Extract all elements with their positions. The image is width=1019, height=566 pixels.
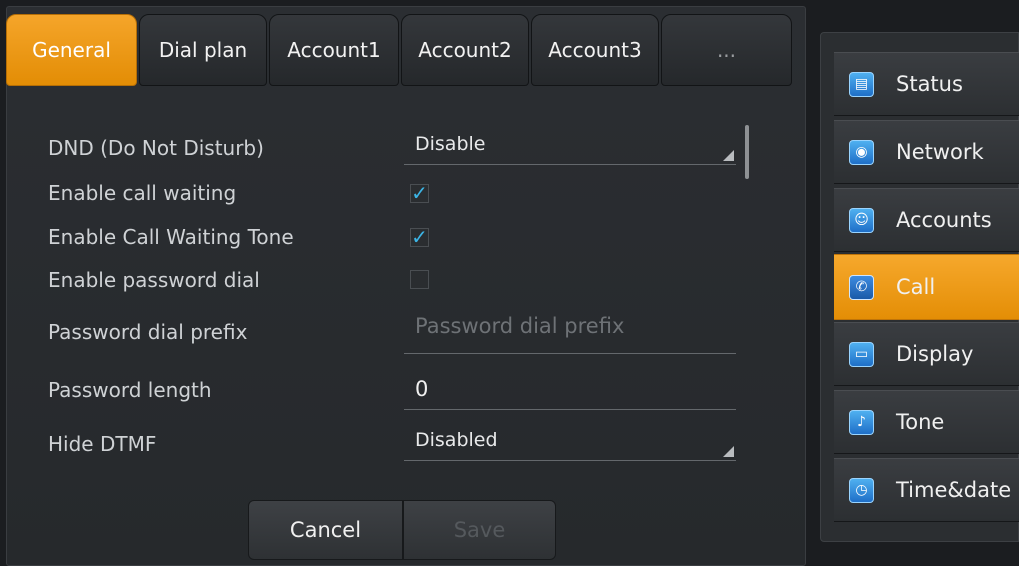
cancel-button[interactable]: Cancel <box>248 500 403 560</box>
sidebar-item-tone[interactable]: ♪ Tone <box>834 390 1019 454</box>
tone-icon: ♪ <box>849 409 874 435</box>
network-icon: ◉ <box>849 139 874 165</box>
password-length-input[interactable]: 0 <box>404 370 736 410</box>
tab-account2[interactable]: Account2 <box>401 14 529 86</box>
dnd-select[interactable]: Disable <box>404 133 736 165</box>
call-waiting-label: Enable call waiting <box>48 181 237 205</box>
scrollbar[interactable] <box>745 125 749 179</box>
dnd-label: DND (Do Not Disturb) <box>48 136 264 160</box>
hide-dtmf-label: Hide DTMF <box>48 432 157 456</box>
tab-account1[interactable]: Account1 <box>269 14 399 86</box>
dnd-value: Disable <box>415 133 486 155</box>
tab-general[interactable]: General <box>6 14 137 86</box>
call-icon: ✆ <box>849 274 874 300</box>
call-waiting-tone-checkbox[interactable]: ✓ <box>410 225 429 249</box>
password-length-value: 0 <box>415 377 429 401</box>
sidebar-item-label: Time&date <box>896 478 1012 502</box>
password-dial-label: Enable password dial <box>48 268 260 292</box>
tab-account3[interactable]: Account3 <box>531 14 659 86</box>
save-button[interactable]: Save <box>403 500 556 560</box>
sidebar-item-time-date[interactable]: ◷ Time&date <box>834 458 1019 522</box>
display-icon: ▭ <box>849 341 874 367</box>
call-waiting-tone-label: Enable Call Waiting Tone <box>48 225 294 249</box>
dropdown-arrow-icon <box>723 150 734 161</box>
sidebar-item-label: Accounts <box>896 208 992 232</box>
checkmark-icon: ✓ <box>411 225 428 249</box>
sidebar-item-label: Display <box>896 342 974 366</box>
hide-dtmf-value: Disabled <box>415 429 498 451</box>
sidebar-item-accounts[interactable]: ☺ Accounts <box>834 188 1019 252</box>
tab-dial-plan[interactable]: Dial plan <box>139 14 267 86</box>
sidebar-item-label: Status <box>896 72 963 96</box>
password-prefix-input[interactable]: Password dial prefix <box>404 314 736 354</box>
accounts-icon: ☺ <box>849 207 874 233</box>
sidebar-item-display[interactable]: ▭ Display <box>834 322 1019 386</box>
time-date-icon: ◷ <box>849 477 874 503</box>
sidebar-item-call[interactable]: ✆ Call <box>834 254 1019 320</box>
password-length-label: Password length <box>48 378 212 402</box>
hide-dtmf-select[interactable]: Disabled <box>404 429 736 461</box>
sidebar-item-label: Tone <box>896 410 945 434</box>
checkmark-icon: ✓ <box>411 181 428 205</box>
tab-bar: General Dial plan Account1 Account2 Acco… <box>6 14 796 86</box>
password-dial-checkbox[interactable] <box>410 270 429 289</box>
call-waiting-checkbox[interactable]: ✓ <box>410 181 429 205</box>
status-icon: ▤ <box>849 71 874 97</box>
tab-more[interactable]: ... <box>661 14 792 86</box>
sidebar-item-label: Network <box>896 140 984 164</box>
sidebar-item-label: Call <box>896 275 936 299</box>
sidebar-item-network[interactable]: ◉ Network <box>834 120 1019 184</box>
password-prefix-placeholder: Password dial prefix <box>415 314 625 338</box>
dropdown-arrow-icon <box>723 446 734 457</box>
password-prefix-label: Password dial prefix <box>48 320 248 344</box>
sidebar-item-status[interactable]: ▤ Status <box>834 52 1019 116</box>
